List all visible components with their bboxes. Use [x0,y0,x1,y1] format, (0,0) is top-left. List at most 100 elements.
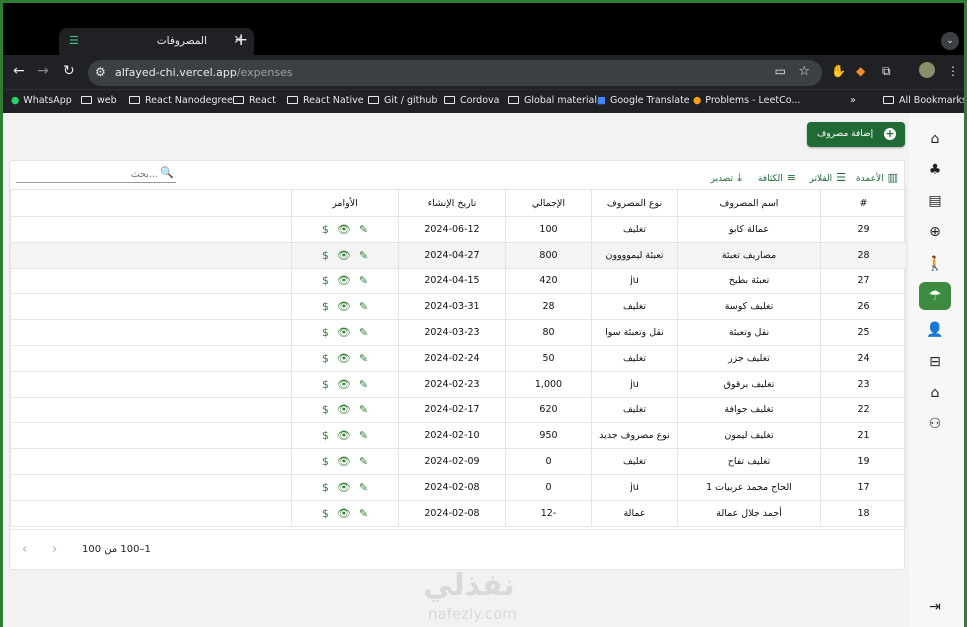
bookmark-leetcode[interactable]: ● Problems - LeetCo... [693,95,800,106]
add-expense-button[interactable]: إضافة مصروف + [807,122,905,147]
view-icon[interactable]: 👁 [337,455,351,468]
view-icon[interactable]: 👁 [337,249,351,262]
bookmark-google-translate[interactable]: ■ Google Translate [597,95,690,106]
cast-icon[interactable]: ▭ [775,64,786,78]
density-button[interactable]: الكثافة ≡ [758,171,796,184]
col-header-total[interactable]: الإجمالي [505,189,592,217]
view-icon[interactable]: 👁 [337,300,351,313]
col-header-id[interactable]: # [820,189,907,217]
payment-icon[interactable]: $ [322,274,329,287]
table-row[interactable]: 21 تغليف ليمون نوع مصروف جديد 950 2024-02-10… [10,422,907,450]
payment-icon[interactable]: $ [322,249,329,262]
payment-icon[interactable]: $ [322,481,329,494]
extensions-puzzle-icon[interactable]: ⧉ [882,64,891,79]
bookmark-cordova[interactable]: Cordova [444,95,499,106]
table-row[interactable]: 25 نقل وتعبئة نقل وتعبئة سوا 80 2024-03-23 ✎ 👁… [10,319,907,346]
site-info-icon[interactable]: ⚙ [95,65,106,79]
sidebar-item-groups[interactable]: ⚇ [919,410,951,438]
table-row[interactable]: 29 عمالة كابو تغليف 100 2024-06-12 ✎ 👁 $ [10,216,907,243]
sidebar-item-expenses[interactable]: ☂ [919,282,951,310]
address-bar[interactable]: ⚙ alfayed-chi.vercel.app/expenses ▭ ☆ [88,60,822,86]
sidebar-item-users[interactable]: 👤 [919,316,951,344]
profile-avatar[interactable] [919,62,935,78]
sidebar-item-inbox[interactable]: ⊟ [919,348,951,376]
table-row[interactable]: 22 تغليف جوافة تغليف 620 2024-02-17 ✎ 👁 $ [10,396,907,424]
search-input[interactable] [38,167,158,181]
edit-icon[interactable]: ✎ [359,300,368,313]
payment-icon[interactable]: $ [322,223,329,236]
view-icon[interactable]: 👁 [337,223,351,236]
payment-icon[interactable]: $ [322,352,329,365]
chrome-menu-icon[interactable]: ⋮ [947,64,959,78]
bookmark-whatsapp[interactable]: ● WhatsApp [11,95,72,106]
edit-icon[interactable]: ✎ [359,352,368,365]
view-icon[interactable]: 👁 [337,429,351,442]
sidebar-item-add[interactable]: ⊕ [919,218,951,246]
edit-icon[interactable]: ✎ [359,481,368,494]
sidebar-item-bank[interactable]: ⌂ [919,379,951,407]
sidebar-item-home[interactable]: ⌂ [919,125,951,153]
bookmark-react-nanodegree[interactable]: React Nanodegree [129,95,233,106]
tab-search-icon[interactable]: ⌄ [941,32,959,50]
sidebar-item-workers[interactable]: 🚶 [919,250,951,278]
reload-icon[interactable]: ↻ [63,63,75,79]
next-page-icon[interactable]: › [52,542,57,557]
bookmark-global-material[interactable]: Global material [508,95,597,106]
table-row[interactable]: 18 أحمد جلال عمالة عمالة -12 2024-02-08 ✎ 👁 $ [10,499,907,527]
bookmark-star-icon[interactable]: ☆ [798,64,810,79]
bookmark-web[interactable]: web [81,95,117,106]
col-header-date[interactable]: تاريخ الإنشاء [398,189,506,217]
new-tab-button[interactable]: + [234,30,248,50]
filters-button[interactable]: الفلاتر ☰ [809,171,846,184]
edit-icon[interactable]: ✎ [359,326,368,339]
view-icon[interactable]: 👁 [337,352,351,365]
table-row[interactable]: 27 تعبئة بطيخ ju 420 2024-04-15 ✎ 👁 $ [10,267,907,295]
payment-icon[interactable]: $ [322,455,329,468]
payment-icon[interactable]: $ [322,378,329,391]
all-bookmarks[interactable]: All Bookmarks [883,95,964,106]
more-bookmarks-icon[interactable]: » [850,95,856,106]
sidebar-item-trees[interactable]: ♣ [919,156,951,184]
payment-icon[interactable]: $ [322,300,329,313]
export-button[interactable]: تصدير ⤓ [711,171,742,185]
columns-button[interactable]: الأعمدة ▥ [856,171,898,184]
bookmark-react[interactable]: React [233,95,276,106]
table-row[interactable]: 24 تغليف جزر تغليف 50 2024-02-24 ✎ 👁 $ [10,344,907,372]
prev-page-icon[interactable]: ‹ [22,542,27,557]
view-icon[interactable]: 👁 [337,274,351,287]
bookmark-git-github[interactable]: Git / github [368,95,437,106]
logout-button[interactable]: ⇥ [919,593,951,621]
col-header-name[interactable]: اسم المصروف [677,189,821,217]
search-box[interactable]: 🔍 [16,166,176,183]
view-icon[interactable]: 👁 [337,481,351,494]
edit-icon[interactable]: ✎ [359,507,368,520]
table-row[interactable]: 19 تغليف تفاح تغليف 0 2024-02-09 ✎ 👁 $ [10,448,907,475]
extension-icon[interactable]: ✋ [831,64,846,78]
payment-icon[interactable]: $ [322,507,329,520]
edit-icon[interactable]: ✎ [359,455,368,468]
table-row[interactable]: 28 مصاريف تعبئة تعبئة ليموووون 800 2024-04-2… [10,241,907,269]
edit-icon[interactable]: ✎ [359,274,368,287]
metamask-icon[interactable]: ◆ [856,64,865,78]
view-icon[interactable]: 👁 [337,403,351,416]
payment-icon[interactable]: $ [322,429,329,442]
col-header-type[interactable]: نوع المصروف [591,189,678,217]
bookmark-react-native[interactable]: React Native [287,95,364,106]
forward-icon[interactable]: → [37,63,49,79]
table-row[interactable]: 17 الحاج محمد عربيات 1 ju 0 2024-02-08 ✎ 👁 $ [10,473,907,501]
browser-tab[interactable]: ☰ المصروفات ✕ [59,28,254,55]
view-icon[interactable]: 👁 [337,507,351,520]
payment-icon[interactable]: $ [322,403,329,416]
view-icon[interactable]: 👁 [337,378,351,391]
edit-icon[interactable]: ✎ [359,429,368,442]
table-row[interactable]: 23 تغليف برقوق ju 1,000 2024-02-23 ✎ 👁 $ [10,370,907,398]
back-icon[interactable]: ← [13,63,25,79]
edit-icon[interactable]: ✎ [359,403,368,416]
sidebar-item-documents[interactable]: ▤ [919,187,951,215]
edit-icon[interactable]: ✎ [359,378,368,391]
payment-icon[interactable]: $ [322,326,329,339]
view-icon[interactable]: 👁 [337,326,351,339]
edit-icon[interactable]: ✎ [359,249,368,262]
table-row[interactable]: 26 تغليف كوسة تغليف 28 2024-03-31 ✎ 👁 $ [10,293,907,321]
edit-icon[interactable]: ✎ [359,223,368,236]
